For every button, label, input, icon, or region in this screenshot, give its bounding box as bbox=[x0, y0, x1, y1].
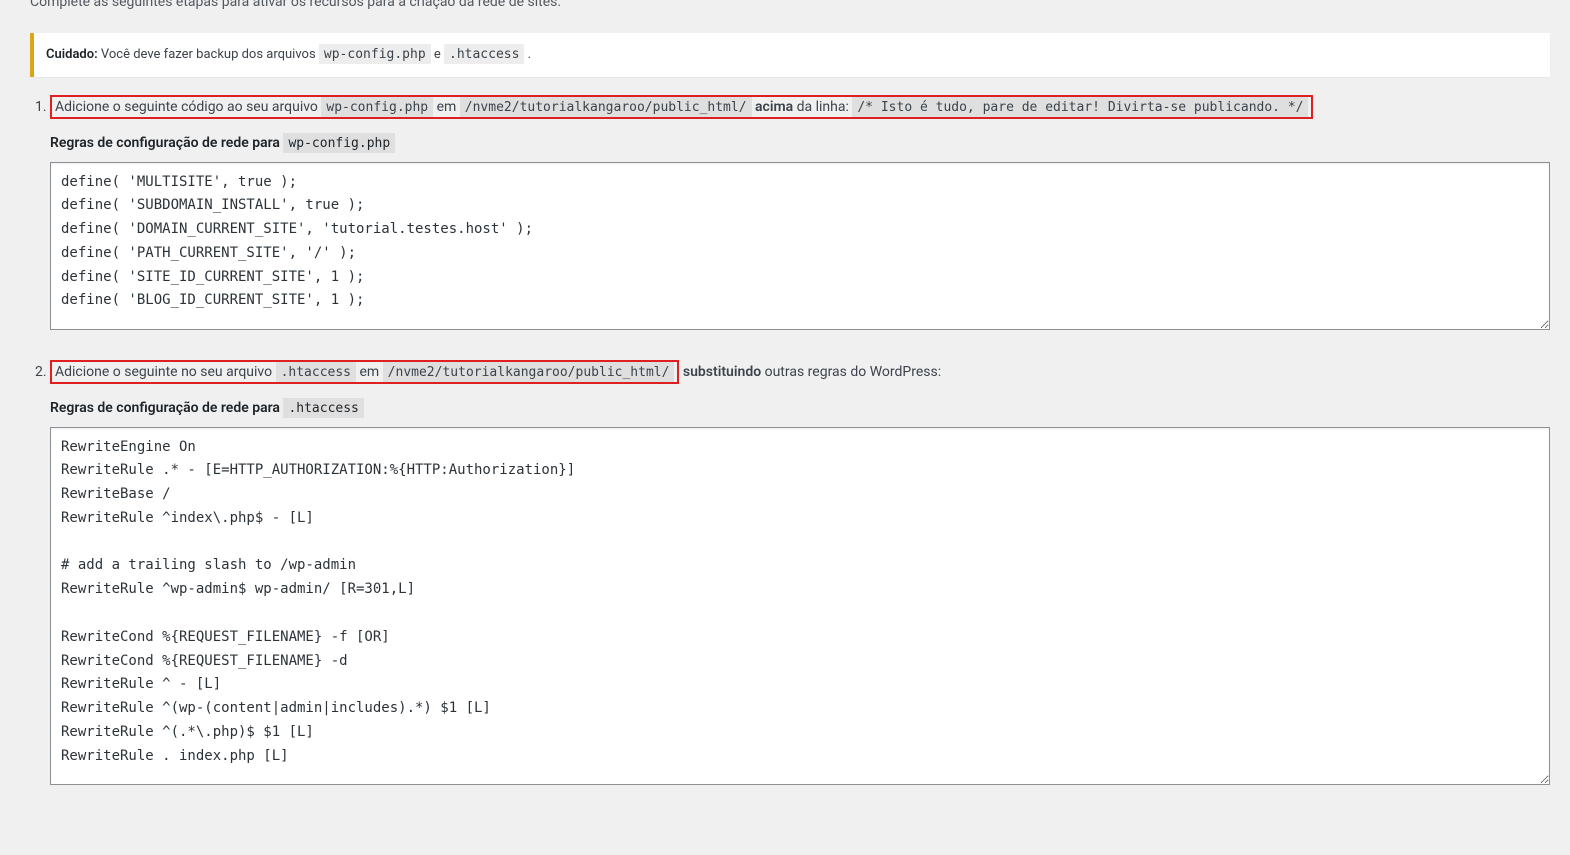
notice-file1: wp-config.php bbox=[319, 44, 431, 64]
step1-bold: acima bbox=[755, 99, 793, 115]
step2-rules-label-text: Regras de configuração de rede para bbox=[50, 400, 283, 416]
step2-rules-label-file: .htaccess bbox=[283, 398, 363, 418]
step1-text-a: Adicione o seguinte código ao seu arquiv… bbox=[55, 99, 321, 115]
notice-period: . bbox=[524, 47, 531, 62]
step1-file: wp-config.php bbox=[321, 97, 433, 117]
step2-text-b: em bbox=[356, 364, 383, 380]
step-1-instruction: Adicione o seguinte código ao seu arquiv… bbox=[50, 95, 1313, 119]
step2-file: .htaccess bbox=[276, 362, 356, 382]
htaccess-code-textarea[interactable]: RewriteEngine On RewriteRule .* - [E=HTT… bbox=[50, 427, 1550, 785]
step2-path: /nvme2/tutorialkangaroo/public_html/ bbox=[383, 362, 675, 382]
step2-after: substituindo outras regras do WordPress: bbox=[679, 364, 941, 380]
step2-text-a: Adicione o seguinte no seu arquivo bbox=[55, 364, 276, 380]
notice-label: Cuidado: bbox=[46, 47, 98, 62]
step1-comment: /* Isto é tudo, pare de editar! Divirta-… bbox=[852, 97, 1308, 117]
step1-rules-label: Regras de configuração de rede para wp-c… bbox=[50, 133, 1550, 154]
steps-list: Adicione o seguinte código ao seu arquiv… bbox=[50, 97, 1570, 792]
step2-rules-label: Regras de configuração de rede para .hta… bbox=[50, 398, 1550, 419]
wpconfig-code-textarea[interactable]: define( 'MULTISITE', true ); define( 'SU… bbox=[50, 162, 1550, 330]
step1-rules-label-file: wp-config.php bbox=[283, 133, 395, 153]
intro-text: Complete as seguintes etapas para ativar… bbox=[0, 0, 1570, 28]
notice-text-before: Você deve fazer backup dos arquivos bbox=[98, 47, 319, 62]
step-2: Adicione o seguinte no seu arquivo .htac… bbox=[50, 362, 1550, 792]
step-1: Adicione o seguinte código ao seu arquiv… bbox=[50, 97, 1550, 337]
backup-warning-notice: Cuidado: Você deve fazer backup dos arqu… bbox=[30, 33, 1550, 77]
step2-after-text2: outras regras do WordPress: bbox=[761, 364, 941, 380]
step1-text-d: da linha: bbox=[793, 99, 852, 115]
notice-file2: .htaccess bbox=[444, 44, 524, 64]
notice-and: e bbox=[431, 47, 444, 62]
step2-bold: substituindo bbox=[683, 364, 761, 380]
step1-rules-label-text: Regras de configuração de rede para bbox=[50, 135, 283, 151]
step1-path: /nvme2/tutorialkangaroo/public_html/ bbox=[460, 97, 752, 117]
step-2-instruction: Adicione o seguinte no seu arquivo .htac… bbox=[50, 360, 679, 384]
step1-text-b: em bbox=[433, 99, 460, 115]
